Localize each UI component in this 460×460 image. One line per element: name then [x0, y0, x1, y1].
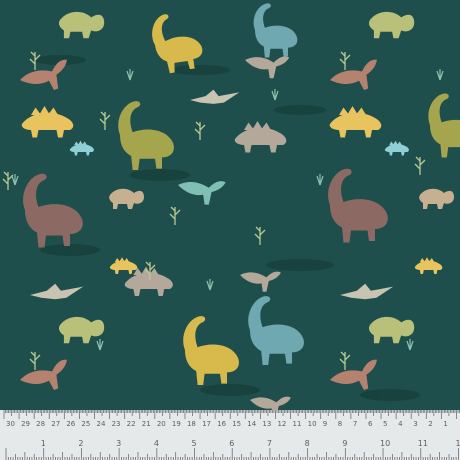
measuring-ruler: 30 29 28 27 26 25 24 23 22 21 20 19 18 17 16 15 14 13 12 11… [0, 410, 460, 460]
ruler-cm-label: 7 [353, 420, 357, 428]
ruler-cm-label: 5 [383, 420, 387, 428]
ruler-cm-label: 16 [217, 420, 226, 428]
ruler-cm-label: 9 [323, 420, 327, 428]
ruler-cm-label: 28 [36, 420, 45, 428]
ruler-cm-label: 2 [428, 420, 432, 428]
ruler-inch-label: 7 [267, 439, 272, 448]
ruler-cm-label: 23 [112, 420, 121, 428]
ruler-cm-label: 6 [368, 420, 373, 428]
ruler-inch-label: 11 [418, 439, 428, 448]
ruler-inch-label: 3 [116, 439, 121, 448]
ruler-cm-label: 4 [398, 420, 403, 428]
ruler-inch-label: 12 [455, 439, 460, 448]
ruler-cm-label: 14 [247, 420, 256, 428]
ruler-inch-label: 2 [78, 439, 83, 448]
ruler-cm-label: 24 [96, 420, 105, 428]
ruler-inch-label: 8 [305, 439, 310, 448]
ruler-cm-label: 27 [51, 420, 60, 428]
ruler-inch-label: 6 [229, 439, 234, 448]
fabric-photo: 30 29 28 27 26 25 24 23 22 21 20 19 18 17 16 15 14 13 12 11… [0, 0, 460, 460]
ruler-cm-label: 15 [232, 420, 241, 428]
ruler-cm-label: 18 [187, 420, 196, 428]
ruler-cm-label: 17 [202, 420, 211, 428]
ruler-inch-label: 10 [380, 439, 390, 448]
ruler-cm-label: 22 [127, 420, 136, 428]
ruler-cm-label: 12 [277, 420, 286, 428]
ruler-cm-label: 19 [172, 420, 181, 428]
dinosaur-fabric-print [0, 0, 460, 460]
ruler-cm-label: 30 [6, 420, 15, 428]
ruler-cm-label: 25 [81, 420, 90, 428]
ruler-inch-label: 1 [41, 439, 46, 448]
ruler-inch-label: 4 [154, 439, 159, 448]
ruler-inch-label: 9 [342, 439, 347, 448]
ruler-cm-label: 1 [443, 420, 447, 428]
ruler-cm-label: 11 [293, 420, 302, 428]
ruler-cm-label: 3 [413, 420, 417, 428]
ruler-cm-label: 10 [308, 420, 317, 428]
ruler-cm-label: 8 [338, 420, 342, 428]
ruler-inch-label: 5 [192, 439, 197, 448]
ruler-cm-label: 20 [157, 420, 166, 428]
ruler-cm-label: 29 [21, 420, 30, 428]
ruler-cm-label: 26 [66, 420, 75, 428]
ruler-cm-label: 21 [142, 420, 151, 428]
ruler-cm-label: 13 [262, 420, 271, 428]
